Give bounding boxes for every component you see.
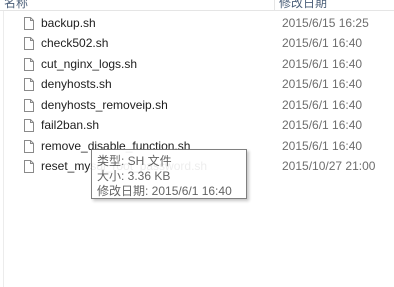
- file-date-modified: 2015/6/1 16:40: [282, 118, 363, 132]
- file-icon: [24, 119, 34, 132]
- file-date-modified: 2015/10/27 21:00: [282, 159, 376, 173]
- file-name: check502.sh: [41, 36, 109, 50]
- file-date-modified: 2015/6/1 16:40: [282, 139, 363, 153]
- file-icon: [24, 37, 34, 50]
- file-name: cut_nginx_logs.sh: [41, 57, 138, 71]
- file-icon: [24, 17, 34, 30]
- date-modified-column-header[interactable]: 修改日期: [279, 0, 327, 10]
- file-row[interactable]: check502.sh 2015/6/1 16:40: [4, 34, 394, 54]
- file-icon: [24, 78, 34, 91]
- file-row[interactable]: denyhosts_removeip.sh 2015/6/1 16:40: [4, 96, 394, 116]
- file-date-modified: 2015/6/1 16:40: [282, 98, 363, 112]
- file-date-modified: 2015/6/15 16:25: [282, 16, 369, 30]
- name-column-header[interactable]: 名称: [4, 0, 28, 10]
- column-divider[interactable]: [274, 0, 275, 10]
- tooltip-date-modified: 修改日期: 2015/6/1 16:40: [97, 184, 232, 198]
- file-name: fail2ban.sh: [41, 118, 100, 132]
- file-info-tooltip: 类型: SH 文件 大小: 3.36 KB 修改日期: 2015/6/1 16:…: [91, 149, 247, 199]
- file-icon: [24, 140, 34, 153]
- file-icon: [24, 99, 34, 112]
- file-name: denyhosts.sh: [41, 77, 112, 91]
- file-name: denyhosts_removeip.sh: [41, 98, 168, 112]
- file-icon: [24, 58, 34, 71]
- file-name: backup.sh: [41, 16, 96, 30]
- column-header: 名称 修改日期: [0, 0, 394, 11]
- file-row[interactable]: backup.sh 2015/6/15 16:25: [4, 14, 394, 34]
- file-date-modified: 2015/6/1 16:40: [282, 36, 363, 50]
- file-row[interactable]: denyhosts.sh 2015/6/1 16:40: [4, 75, 394, 95]
- file-date-modified: 2015/6/1 16:40: [282, 77, 363, 91]
- file-icon: [24, 160, 34, 173]
- file-row[interactable]: fail2ban.sh 2015/6/1 16:40: [4, 116, 394, 136]
- file-row[interactable]: cut_nginx_logs.sh 2015/6/1 16:40: [4, 55, 394, 75]
- file-date-modified: 2015/6/1 16:40: [282, 57, 363, 71]
